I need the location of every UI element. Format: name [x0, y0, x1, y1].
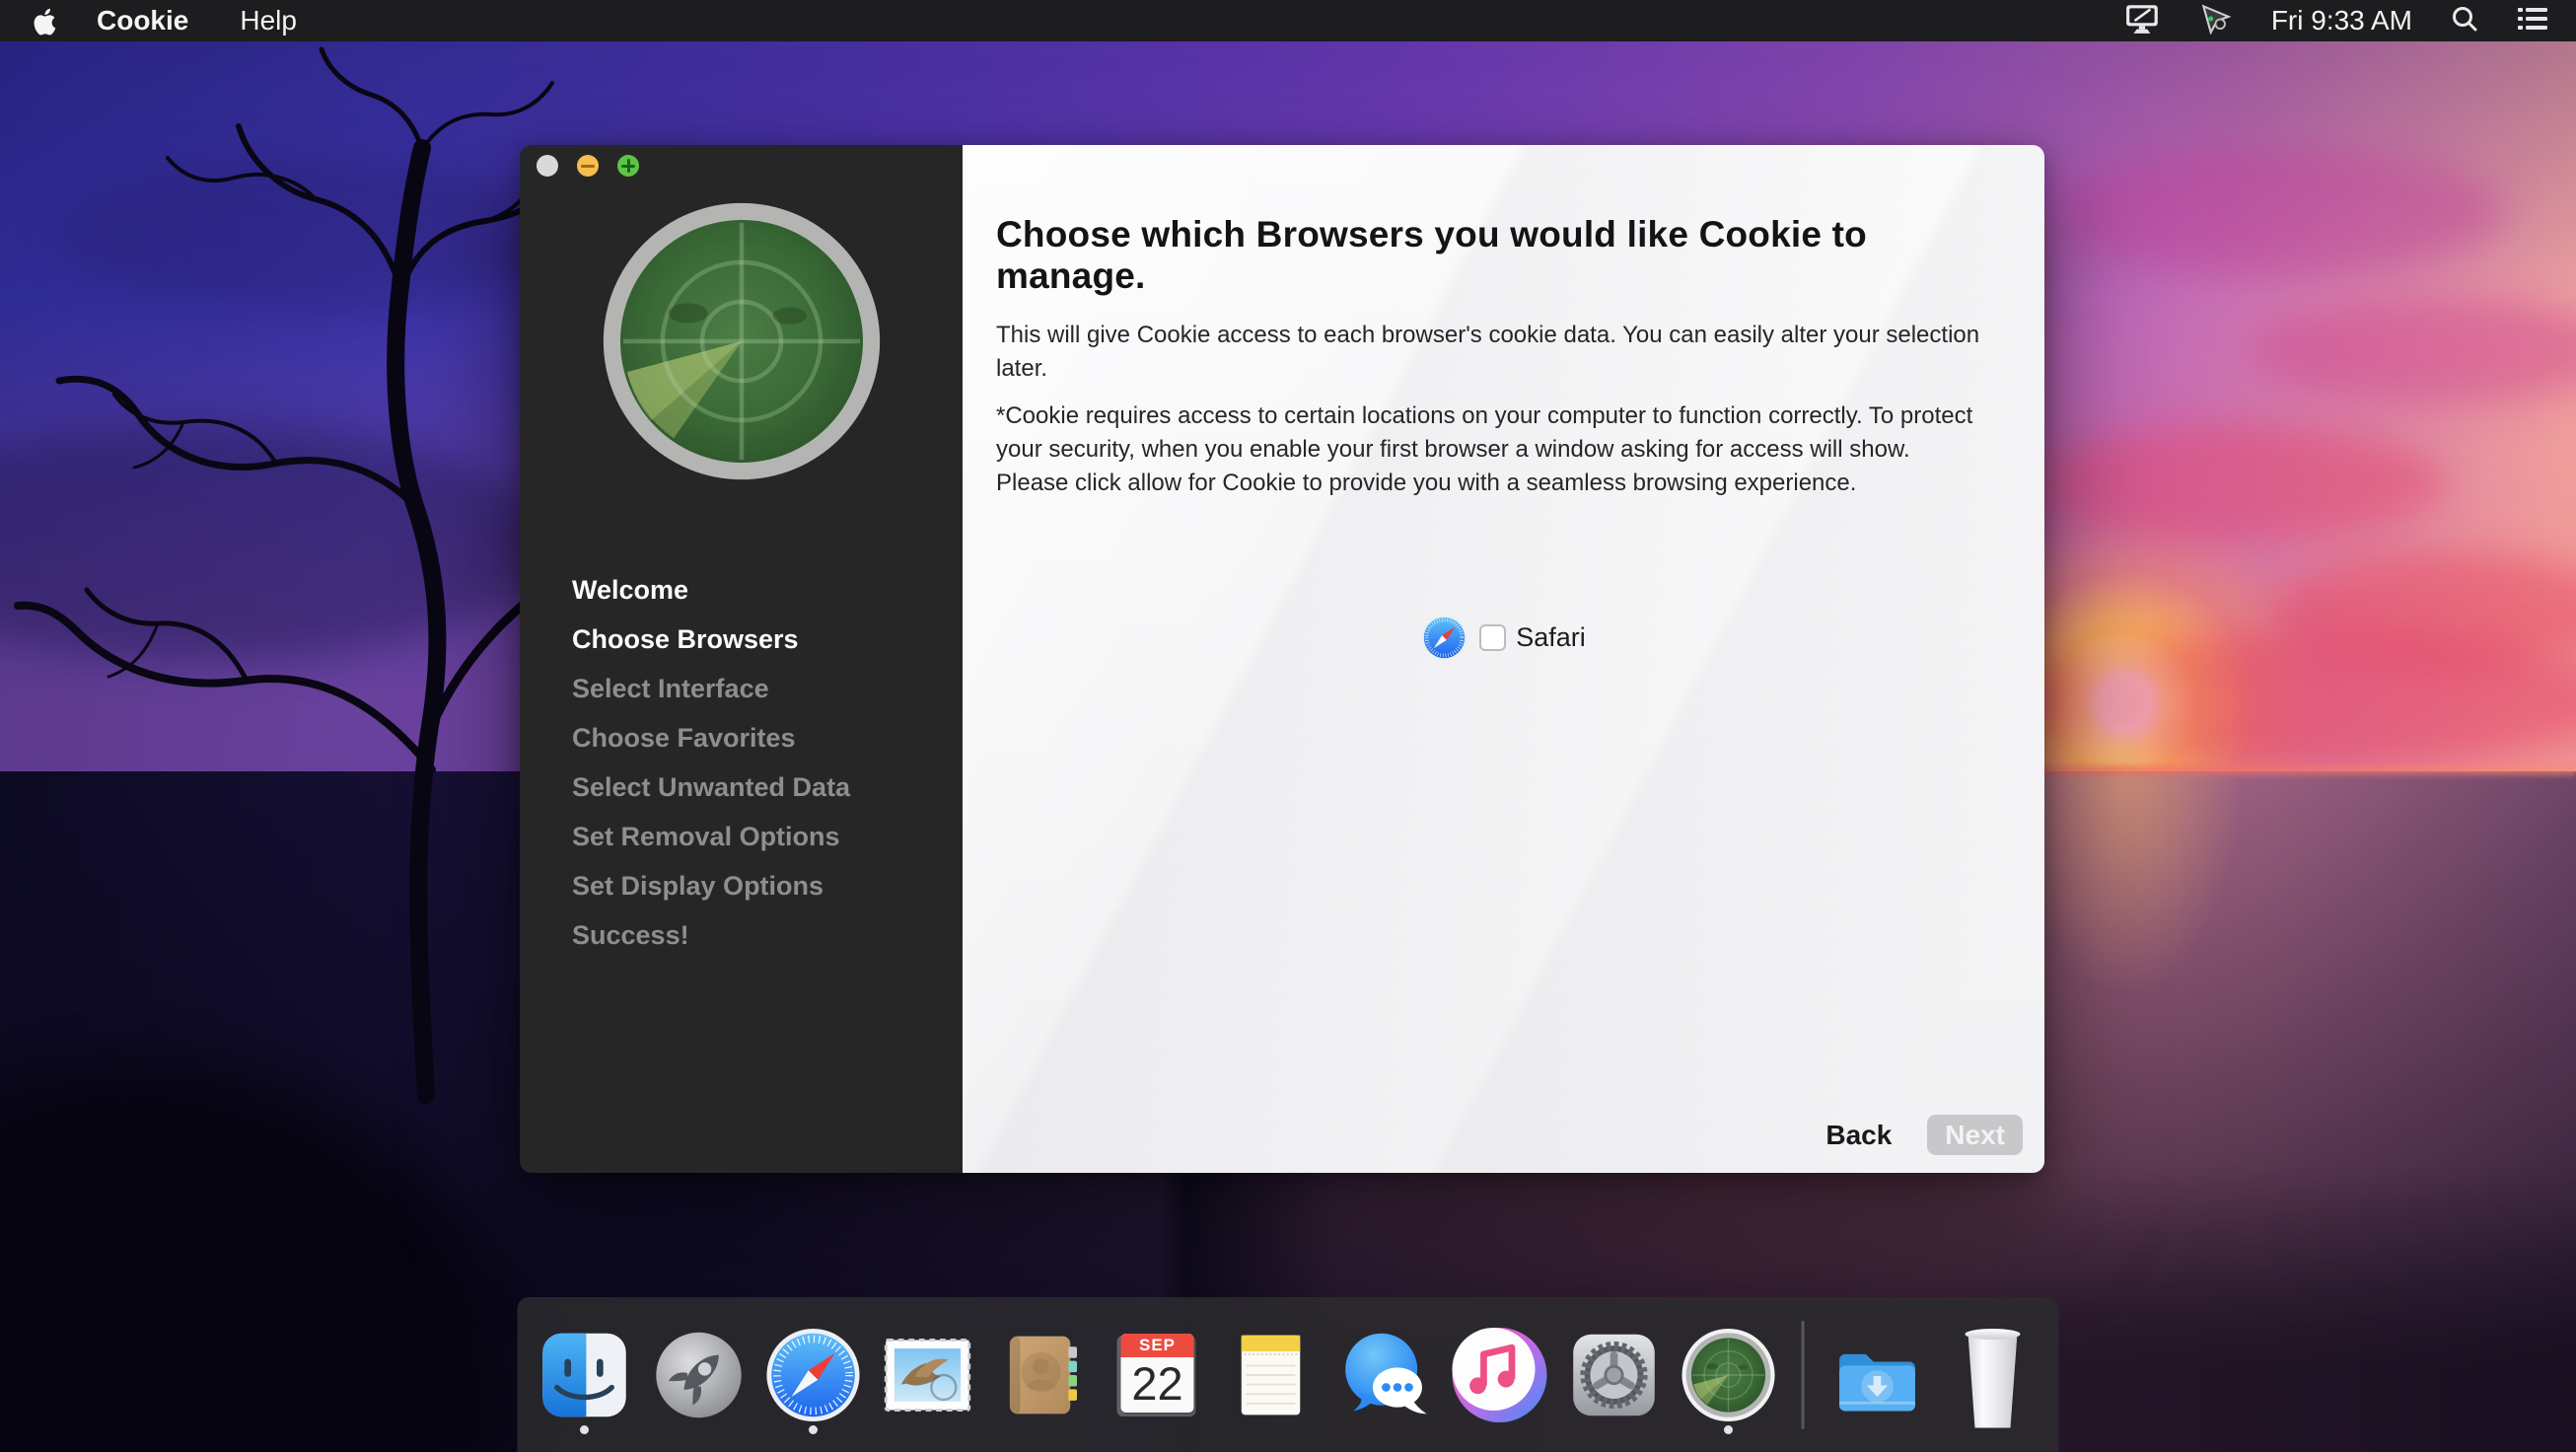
menu-clock[interactable]: Fri 9:33 AM: [2271, 5, 2412, 36]
access-note-paragraph: *Cookie requires access to certain locat…: [996, 399, 1982, 500]
close-button[interactable]: [537, 155, 558, 177]
step-choose-browsers: Choose Browsers: [572, 615, 850, 664]
dock-cookie-icon[interactable]: [1682, 1316, 1776, 1434]
minimize-button[interactable]: [577, 155, 599, 177]
zoom-button[interactable]: [617, 155, 639, 177]
next-button[interactable]: Next: [1927, 1115, 2023, 1155]
dock-system-preferences-icon[interactable]: [1567, 1316, 1662, 1434]
browser-row: Safari: [996, 615, 2011, 661]
finder-running-dot: [580, 1425, 589, 1434]
intro-paragraph: This will give Cookie access to each bro…: [996, 319, 1982, 386]
calendar-month: SEP: [1121, 1334, 1194, 1357]
dock-mail-icon[interactable]: [881, 1316, 975, 1434]
safari-checkbox[interactable]: [1479, 624, 1506, 651]
wizard-sidebar: Welcome Choose Browsers Select Interface…: [520, 145, 963, 1173]
menu-help[interactable]: Help: [240, 5, 297, 36]
display-icon[interactable]: [2125, 3, 2161, 39]
page-title: Choose which Browsers you would like Coo…: [996, 214, 2011, 297]
dock-finder-icon[interactable]: [537, 1316, 632, 1434]
wizard-steps: Welcome Choose Browsers Select Interface…: [572, 565, 850, 960]
step-display-options: Set Display Options: [572, 861, 850, 910]
dock-trash-icon[interactable]: [1945, 1316, 2039, 1434]
step-removal-options: Set Removal Options: [572, 812, 850, 861]
back-button[interactable]: Back: [1825, 1120, 1892, 1151]
dock-downloads-folder-icon[interactable]: [1830, 1316, 1925, 1434]
safari-browser-icon: [1421, 615, 1467, 661]
search-icon[interactable]: [2450, 4, 2479, 38]
dock-safari-icon[interactable]: [766, 1316, 861, 1434]
step-select-interface: Select Interface: [572, 664, 850, 713]
step-choose-favorites: Choose Favorites: [572, 713, 850, 762]
cookie-setup-window: Welcome Choose Browsers Select Interface…: [520, 145, 2044, 1173]
dock-contacts-icon[interactable]: [995, 1316, 1090, 1434]
wizard-footer: Back Next: [1825, 1115, 2023, 1155]
safari-label: Safari: [1516, 622, 1586, 653]
dock: SEP 22: [518, 1297, 2059, 1452]
dock-notes-icon[interactable]: [1224, 1316, 1319, 1434]
cookie-radar-logo: [601, 200, 883, 482]
step-welcome: Welcome: [572, 565, 850, 615]
menu-bar: Cookie Help Fri 9:33 AM: [0, 0, 2576, 41]
step-success: Success!: [572, 910, 850, 960]
traffic-lights: [537, 155, 639, 177]
dock-calendar-icon[interactable]: SEP 22: [1109, 1316, 1204, 1434]
dock-divider: [1802, 1321, 1805, 1429]
menu-app-name[interactable]: Cookie: [97, 5, 188, 36]
dock-launchpad-icon[interactable]: [652, 1316, 747, 1434]
dock-messages-icon[interactable]: [1338, 1316, 1433, 1434]
pointer-icon[interactable]: [2198, 3, 2234, 39]
cookie-running-dot: [1724, 1425, 1733, 1434]
calendar-day: 22: [1121, 1357, 1194, 1411]
safari-running-dot: [809, 1425, 818, 1434]
apple-menu-icon[interactable]: [34, 6, 57, 36]
list-icon[interactable]: [2517, 5, 2548, 37]
step-select-unwanted: Select Unwanted Data: [572, 762, 850, 812]
wizard-content: Choose which Browsers you would like Coo…: [963, 145, 2044, 1173]
dock-itunes-icon[interactable]: [1453, 1316, 1547, 1434]
